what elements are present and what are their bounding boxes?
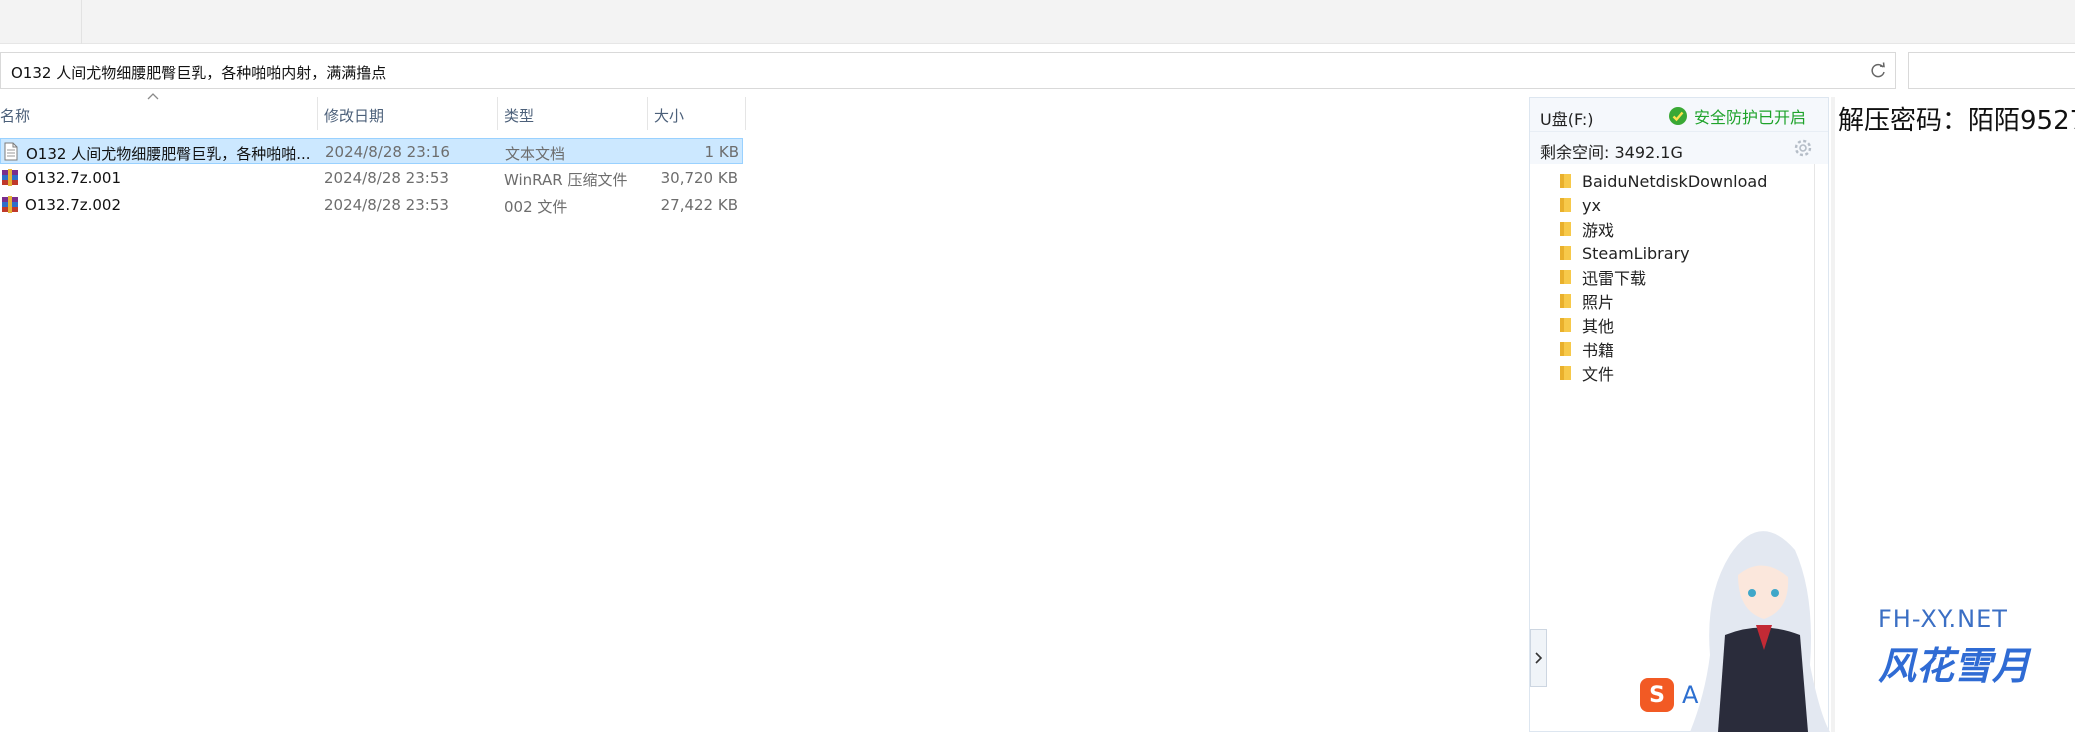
folder-label: 书籍 [1582, 341, 1615, 360]
folder-label: yx [1582, 195, 1601, 215]
folder-label: BaiduNetdiskDownload [1582, 171, 1768, 191]
folder-item[interactable]: 文件 [1560, 361, 1767, 385]
column-header-type[interactable]: 类型 [498, 97, 648, 130]
file-name: O132 人间尤物细腰肥臀巨乳，各种啪啪... [26, 145, 311, 163]
shield-check-icon [1669, 107, 1687, 125]
folder-item[interactable]: 照片 [1560, 289, 1767, 313]
refresh-button[interactable] [1860, 52, 1896, 89]
file-size: 1 KB [704, 143, 739, 161]
extract-password-text: 解压密码：陌陌9527 [1838, 106, 2075, 136]
drive-panel-header: U盘(F:) 安全防护已开启 [1530, 98, 1828, 132]
drive-title: U盘(F:) [1540, 110, 1594, 129]
text-file-icon [4, 142, 18, 161]
file-date: 2024/8/28 23:53 [324, 196, 449, 214]
winrar-archive-icon [2, 169, 18, 186]
folder-icon [1560, 365, 1571, 381]
ime-mode-letter: A [1682, 681, 1699, 709]
folder-item[interactable]: 游戏 [1560, 217, 1767, 241]
folder-label: SteamLibrary [1582, 243, 1690, 263]
ime-indicator[interactable]: S A [1640, 678, 1780, 712]
folder-item[interactable]: 其他 [1560, 313, 1767, 337]
file-row[interactable]: O132.7z.001 2024/8/28 23:53 WinRAR 压缩文件 … [0, 165, 743, 191]
file-date: 2024/8/28 23:16 [325, 143, 450, 161]
protection-status[interactable]: 安全防护已开启 [1668, 104, 1806, 128]
panel-splitter[interactable] [1831, 97, 1835, 732]
folder-icon [1560, 293, 1571, 309]
column-label-name: 名称 [0, 107, 31, 125]
folder-label: 迅雷下载 [1582, 269, 1647, 288]
address-path: O132 人间尤物细腰肥臀巨乳，各种啪啪内射，满满撸点 [11, 64, 387, 82]
folder-item[interactable]: 书籍 [1560, 337, 1767, 361]
folder-icon [1560, 221, 1571, 237]
sogou-icon: S [1640, 678, 1674, 712]
refresh-icon [1870, 61, 1885, 77]
folder-icon [1560, 341, 1571, 357]
watermark-url: FH-XY.NET [1878, 605, 2008, 633]
folder-label: 游戏 [1582, 221, 1615, 240]
folder-list: BaiduNetdiskDownload yx 游戏 SteamLibrary … [1560, 169, 1767, 385]
file-name: O132.7z.002 [25, 196, 122, 214]
watermark-logo-text: 风花雪月 [1878, 644, 2031, 688]
address-bar[interactable]: O132 人间尤物细腰肥臀巨乳，各种啪啪内射，满满撸点 [0, 52, 1895, 89]
column-header-modified[interactable]: 修改日期 [318, 97, 498, 130]
column-header-size[interactable]: 大小 [648, 97, 746, 130]
file-date: 2024/8/28 23:53 [324, 169, 449, 187]
column-headers: 名称 修改日期 类型 大小 [0, 97, 746, 130]
folder-icon [1560, 245, 1571, 261]
chevron-right-icon [1534, 652, 1542, 664]
folder-icon [1560, 269, 1571, 285]
folder-icon [1560, 197, 1571, 213]
file-type: WinRAR 压缩文件 [504, 171, 628, 189]
protection-label: 安全防护已开启 [1694, 108, 1807, 127]
column-label-modified: 修改日期 [324, 107, 385, 125]
expand-panel-button[interactable] [1530, 629, 1547, 687]
folder-item[interactable]: SteamLibrary [1560, 241, 1767, 265]
file-name: O132.7z.001 [25, 169, 122, 187]
free-space-row: 剩余空间: 3492.1G [1530, 132, 1828, 164]
file-size: 30,720 KB [660, 169, 738, 187]
column-header-name[interactable]: 名称 [0, 97, 318, 130]
search-input[interactable] [1908, 52, 2075, 89]
folder-label: 文件 [1582, 365, 1615, 384]
file-row[interactable]: O132.7z.002 2024/8/28 23:53 002 文件 27,42… [0, 192, 743, 218]
toolbar-button[interactable] [0, 0, 82, 44]
folder-item[interactable]: 迅雷下载 [1560, 265, 1767, 289]
winrar-archive-icon [2, 196, 18, 213]
folder-icon [1560, 173, 1571, 189]
file-size: 27,422 KB [660, 196, 738, 214]
folder-item[interactable]: BaiduNetdiskDownload [1560, 169, 1767, 193]
file-type: 文本文档 [505, 145, 566, 163]
folder-item[interactable]: yx [1560, 193, 1767, 217]
column-label-size: 大小 [654, 107, 685, 125]
toolbar-strip [0, 0, 2075, 44]
column-label-type: 类型 [504, 107, 535, 125]
file-type: 002 文件 [504, 198, 568, 216]
folder-label: 照片 [1582, 293, 1615, 312]
folder-label: 其他 [1582, 317, 1615, 336]
site-watermark: FH-XY.NET 风花雪月 [1878, 605, 2030, 690]
folder-icon [1560, 317, 1571, 333]
free-space: 剩余空间: 3492.1G [1540, 143, 1683, 162]
file-row[interactable]: O132 人间尤物细腰肥臀巨乳，各种啪啪... 2024/8/28 23:16 … [0, 138, 743, 164]
gear-icon[interactable] [1792, 137, 1814, 159]
